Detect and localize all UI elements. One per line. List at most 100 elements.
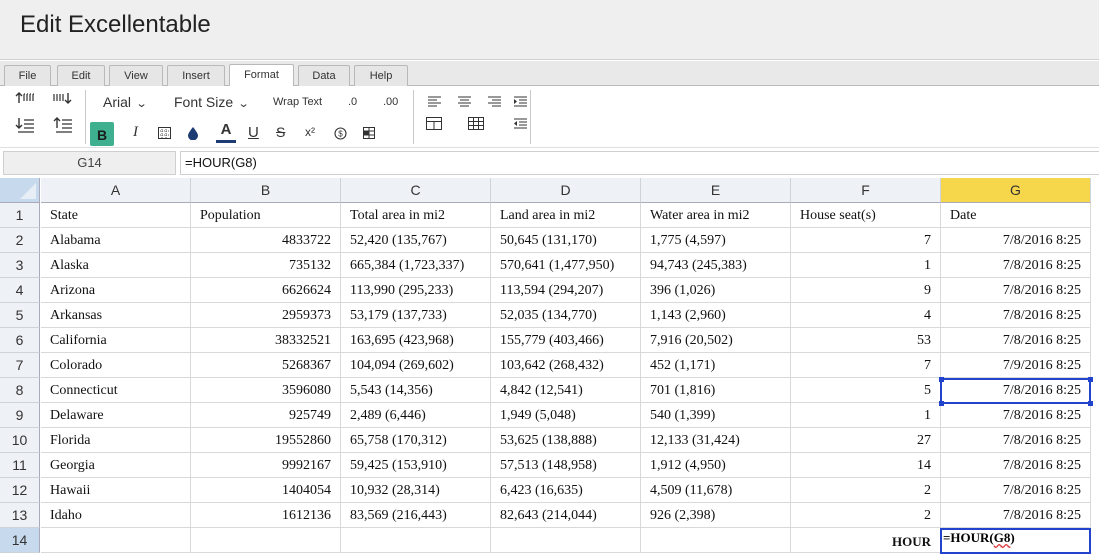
cell-b2[interactable]: 4833722	[191, 228, 341, 253]
cell-g3[interactable]: 7/8/2016 8:25	[941, 253, 1091, 278]
cell-d8[interactable]: 4,842 (12,541)	[491, 378, 641, 403]
cell-d11[interactable]: 57,513 (148,958)	[491, 453, 641, 478]
cell-c4[interactable]: 113,990 (295,233)	[341, 278, 491, 303]
cell-a11[interactable]: Georgia	[41, 453, 191, 478]
cell-g12[interactable]: 7/8/2016 8:25	[941, 478, 1091, 503]
cell-c10[interactable]: 65,758 (170,312)	[341, 428, 491, 453]
cell-c14[interactable]	[341, 528, 491, 553]
cell-b11[interactable]: 9992167	[191, 453, 341, 478]
cell-a9[interactable]: Delaware	[41, 403, 191, 428]
wrap-text-button[interactable]: Wrap Text	[273, 96, 322, 108]
cell-a12[interactable]: Hawaii	[41, 478, 191, 503]
cell-d9[interactable]: 1,949 (5,048)	[491, 403, 641, 428]
outdent-icon[interactable]	[514, 118, 527, 129]
cell-a8[interactable]: Connecticut	[41, 378, 191, 403]
cell-e2[interactable]: 1,775 (4,597)	[641, 228, 791, 253]
cell-c1[interactable]: Total area in mi2	[341, 203, 491, 228]
table-grid-icon[interactable]	[468, 117, 484, 130]
align-center-icon[interactable]	[458, 96, 471, 107]
cell-c6[interactable]: 163,695 (423,968)	[341, 328, 491, 353]
cell-b14[interactable]	[191, 528, 341, 553]
cell-g11[interactable]: 7/8/2016 8:25	[941, 453, 1091, 478]
table-borders-icon[interactable]	[426, 117, 442, 130]
column-header-f[interactable]: F	[791, 178, 941, 203]
cell-f5[interactable]: 4	[791, 303, 941, 328]
cell-c11[interactable]: 59,425 (153,910)	[341, 453, 491, 478]
italic-button[interactable]: I	[133, 124, 138, 141]
tab-data[interactable]: Data	[298, 65, 350, 86]
delete-row-icon[interactable]	[53, 117, 73, 135]
column-header-d[interactable]: D	[491, 178, 641, 203]
cell-e9[interactable]: 540 (1,399)	[641, 403, 791, 428]
column-header-b[interactable]: B	[191, 178, 341, 203]
cell-d7[interactable]: 103,642 (268,432)	[491, 353, 641, 378]
insert-row-above-icon[interactable]	[15, 92, 35, 108]
cell-g6[interactable]: 7/8/2016 8:25	[941, 328, 1091, 353]
cell-g5[interactable]: 7/8/2016 8:25	[941, 303, 1091, 328]
cell-b9[interactable]: 925749	[191, 403, 341, 428]
cell-g2[interactable]: 7/8/2016 8:25	[941, 228, 1091, 253]
row-header-2[interactable]: 2	[0, 228, 40, 253]
cell-f1[interactable]: House seat(s)	[791, 203, 941, 228]
cell-d6[interactable]: 155,779 (403,466)	[491, 328, 641, 353]
row-header-12[interactable]: 12	[0, 478, 40, 503]
cell-e14[interactable]	[641, 528, 791, 553]
cell-f3[interactable]: 1	[791, 253, 941, 278]
formula-input[interactable]: =HOUR(G8)	[180, 151, 1099, 175]
cell-d2[interactable]: 50,645 (131,170)	[491, 228, 641, 253]
cell-f13[interactable]: 2	[791, 503, 941, 528]
cell-d5[interactable]: 52,035 (134,770)	[491, 303, 641, 328]
decrease-decimal-button[interactable]: .0	[348, 96, 357, 108]
column-header-c[interactable]: C	[341, 178, 491, 203]
cell-a10[interactable]: Florida	[41, 428, 191, 453]
cell-g8[interactable]: 7/8/2016 8:25	[941, 378, 1091, 403]
column-header-e[interactable]: E	[641, 178, 791, 203]
row-header-7[interactable]: 7	[0, 353, 40, 378]
cell-c3[interactable]: 665,384 (1,723,337)	[341, 253, 491, 278]
cell-g13[interactable]: 7/8/2016 8:25	[941, 503, 1091, 528]
cell-a5[interactable]: Arkansas	[41, 303, 191, 328]
cell-g9[interactable]: 7/8/2016 8:25	[941, 403, 1091, 428]
indent-icon[interactable]	[514, 96, 527, 107]
cell-a7[interactable]: Colorado	[41, 353, 191, 378]
cell-b7[interactable]: 5268367	[191, 353, 341, 378]
cell-b4[interactable]: 6626624	[191, 278, 341, 303]
cell-e11[interactable]: 1,912 (4,950)	[641, 453, 791, 478]
cell-d12[interactable]: 6,423 (16,635)	[491, 478, 641, 503]
cell-b8[interactable]: 3596080	[191, 378, 341, 403]
fill-color-icon[interactable]	[187, 126, 199, 140]
name-box[interactable]: G14	[3, 151, 176, 175]
cell-editor-g14[interactable]: =HOUR(G8)	[940, 528, 1091, 554]
cell-f14[interactable]: HOUR	[791, 528, 941, 553]
cell-b5[interactable]: 2959373	[191, 303, 341, 328]
cell-b10[interactable]: 19552860	[191, 428, 341, 453]
cell-e6[interactable]: 7,916 (20,502)	[641, 328, 791, 353]
cell-f4[interactable]: 9	[791, 278, 941, 303]
cell-f10[interactable]: 27	[791, 428, 941, 453]
cell-e12[interactable]: 4,509 (11,678)	[641, 478, 791, 503]
tab-insert[interactable]: Insert	[167, 65, 225, 86]
cell-c9[interactable]: 2,489 (6,446)	[341, 403, 491, 428]
cell-e1[interactable]: Water area in mi2	[641, 203, 791, 228]
cell-b3[interactable]: 735132	[191, 253, 341, 278]
merge-cells-icon[interactable]	[363, 127, 375, 139]
font-size-select[interactable]: Font Size ⌄	[174, 94, 250, 110]
tab-help[interactable]: Help	[354, 65, 408, 86]
strikethrough-button[interactable]: S	[276, 124, 285, 140]
cell-a14[interactable]	[41, 528, 191, 553]
cell-c5[interactable]: 53,179 (137,733)	[341, 303, 491, 328]
cell-a13[interactable]: Idaho	[41, 503, 191, 528]
cell-d10[interactable]: 53,625 (138,888)	[491, 428, 641, 453]
row-header-8[interactable]: 8	[0, 378, 40, 403]
row-header-5[interactable]: 5	[0, 303, 40, 328]
cell-a4[interactable]: Arizona	[41, 278, 191, 303]
cell-b12[interactable]: 1404054	[191, 478, 341, 503]
cell-f8[interactable]: 5	[791, 378, 941, 403]
cell-d1[interactable]: Land area in mi2	[491, 203, 641, 228]
row-header-3[interactable]: 3	[0, 253, 40, 278]
row-header-1[interactable]: 1	[0, 203, 40, 228]
cell-e10[interactable]: 12,133 (31,424)	[641, 428, 791, 453]
row-header-9[interactable]: 9	[0, 403, 40, 428]
font-family-select[interactable]: Arial ⌄	[103, 94, 148, 110]
cell-f7[interactable]: 7	[791, 353, 941, 378]
